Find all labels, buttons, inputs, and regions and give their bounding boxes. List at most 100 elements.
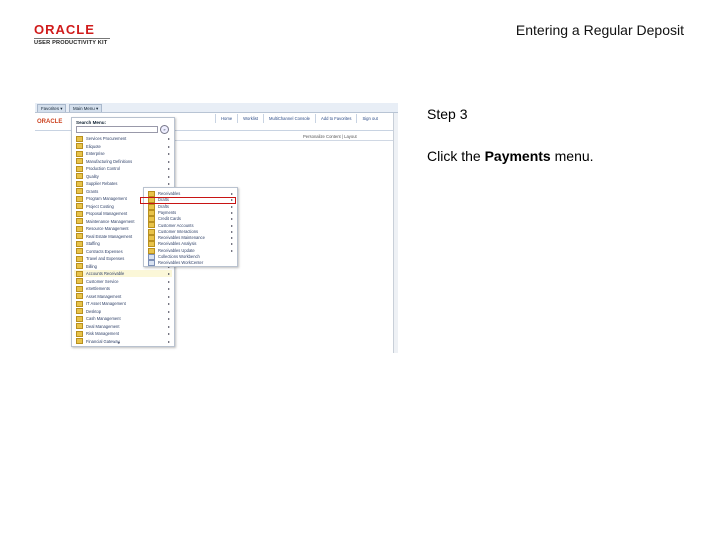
- menu-item-customer-service[interactable]: Customer Service ▸: [74, 278, 172, 285]
- step-label: Step 3: [427, 106, 468, 122]
- menu-item-financial-gateway[interactable]: Financial Gateway ▸: [74, 338, 172, 345]
- menu-item-label: Staffing: [86, 241, 100, 246]
- submenu-item-label: Receivables Maintenance: [158, 235, 205, 241]
- submenu-item-label: Collections Workbench: [158, 254, 200, 259]
- menu-item-production-control[interactable]: Production Control ▸: [74, 165, 172, 172]
- folder-icon: [76, 248, 83, 255]
- menu-item-label: Resource Management: [86, 226, 129, 231]
- menu-item-supplier-rebates[interactable]: Supplier Rebates ▸: [74, 180, 172, 187]
- menu-item-enterprise[interactable]: Enterprise ▸: [74, 150, 172, 157]
- menu-item-label: Quality: [86, 173, 99, 179]
- folder-icon: [76, 158, 83, 165]
- search-menu-label: Search Menu:: [76, 120, 107, 125]
- menu-item-label: Contracts Expenses: [86, 248, 123, 254]
- menu-item-label: Billing: [86, 263, 97, 269]
- menu-item-label: Travel and Expenses: [86, 256, 125, 261]
- submenu-arrow-icon: ▸: [167, 166, 170, 171]
- menu-item-label: Real Estate Management: [86, 233, 133, 239]
- logo-oracle-text: ORACLE: [34, 22, 95, 37]
- menu-item-it-asset-management[interactable]: IT Asset Management ▸: [74, 300, 172, 307]
- folder-icon: [76, 308, 83, 315]
- tab-main-menu[interactable]: Main Menu ▾: [69, 104, 103, 112]
- submenu-arrow-icon: ▸: [167, 173, 170, 179]
- menu-item-label: Services Procurement: [86, 136, 127, 141]
- folder-icon: [76, 300, 83, 307]
- submenu-item-label: Receivables Analysis: [158, 241, 197, 247]
- search-menu-input[interactable]: [76, 126, 158, 133]
- application-screenshot: Favorites ▾ Main Menu ▾ ORACLE Home Work…: [35, 103, 398, 353]
- submenu-arrow-icon: ▸: [167, 286, 170, 291]
- folder-icon: [76, 255, 83, 262]
- folder-icon: [76, 225, 83, 232]
- submenu-arrow-icon: ▸: [167, 271, 170, 276]
- submenu-item-label: Payments: [158, 209, 177, 215]
- submenu-arrow-icon: ▸: [167, 316, 170, 321]
- menu-item-label: Deal Management: [86, 323, 120, 329]
- menu-item-esettlements[interactable]: eSettlements ▸: [74, 285, 172, 292]
- page-icon: [148, 260, 155, 267]
- brand-logo: ORACLE: [37, 119, 63, 125]
- menu-item-manufacturing-definitions[interactable]: Manufacturing Definitions ▸: [74, 158, 172, 165]
- folder-icon: [76, 233, 83, 240]
- submenu-arrow-icon: ▸: [167, 158, 170, 164]
- menu-item-label: Proposal Management: [86, 211, 128, 216]
- menu-item-label: Production Control: [86, 166, 120, 171]
- nav-link-sign-out[interactable]: Sign out: [356, 114, 382, 123]
- menu-item-deal-management[interactable]: Deal Management ▸: [74, 323, 172, 330]
- vertical-scrollbar[interactable]: [393, 113, 398, 353]
- menu-item-risk-management[interactable]: Risk Management ▸: [74, 330, 172, 337]
- nav-links: Home Worklist MultiChannel Console Add t…: [215, 114, 383, 123]
- menu-item-eliquote[interactable]: Eliquote ▸: [74, 143, 172, 150]
- menu-item-label: eSettlements: [86, 286, 110, 291]
- submenu-arrow-icon: ▸: [167, 278, 170, 284]
- personalize-link[interactable]: Personalize Content | Layout: [303, 134, 357, 139]
- logo-divider: [34, 38, 110, 39]
- submenu-arrow-icon: ▸: [167, 151, 170, 156]
- tab-favorites[interactable]: Favorites ▾: [37, 104, 67, 112]
- submenu-arrow-icon: ▸: [167, 308, 170, 314]
- submenu-arrow-icon: ▸: [167, 181, 170, 186]
- folder-icon: [76, 150, 83, 157]
- folder-icon: [76, 315, 83, 322]
- folder-icon: [76, 263, 83, 270]
- submenu-arrow-icon: ▸: [167, 301, 170, 306]
- menu-item-label: Project Costing: [86, 203, 114, 209]
- submenu-item-label: Drafts: [158, 203, 169, 209]
- menu-item-label: Program Management: [86, 196, 127, 201]
- menu-item-label: Cash Management: [86, 316, 121, 321]
- menu-item-accounts-receivable[interactable]: Accounts Receivable ▸: [74, 270, 172, 277]
- menu-item-label: Asset Management: [86, 293, 122, 299]
- nav-link-multichannel[interactable]: MultiChannel Console: [262, 114, 315, 123]
- submenu-arrow-icon: ▸: [167, 323, 170, 329]
- menu-item-asset-management[interactable]: Asset Management ▸: [74, 293, 172, 300]
- submenu-item-label: Credit Cards: [158, 216, 181, 222]
- submenu-arrow-icon: ▸: [167, 143, 170, 149]
- nav-link-add-favorites[interactable]: Add to Favorites: [314, 114, 357, 123]
- submenu-item-receivables-workcenter[interactable]: Receivables WorkCenter: [146, 259, 235, 267]
- folder-icon: [76, 278, 83, 285]
- folder-icon: [76, 323, 83, 330]
- menu-item-label: Eliquote: [86, 143, 101, 149]
- menu-item-quality[interactable]: Quality ▸: [74, 173, 172, 180]
- menu-item-desktop[interactable]: Desktop ▸: [74, 308, 172, 315]
- search-go-icon[interactable]: »: [160, 125, 169, 134]
- submenu-arrow-icon: ▸: [167, 338, 170, 344]
- instruction-prefix: Click the: [427, 148, 485, 164]
- instruction-suffix: menu.: [550, 148, 594, 164]
- nav-link-worklist[interactable]: Worklist: [237, 114, 263, 123]
- menu-item-label: Maintenance Management: [86, 218, 135, 224]
- nav-link-home[interactable]: Home: [215, 114, 237, 123]
- folder-icon: [76, 210, 83, 217]
- folder-icon: [76, 270, 83, 277]
- folder-icon: [76, 188, 83, 195]
- content-divider: [175, 140, 397, 141]
- folder-icon: [76, 135, 83, 142]
- menu-item-label: Manufacturing Definitions: [86, 158, 133, 164]
- logo-subtitle: USER PRODUCTIVITY KIT: [34, 40, 108, 46]
- folder-icon: [76, 173, 83, 180]
- menu-item-services-procurement[interactable]: Services Procurement ▸: [74, 135, 172, 142]
- menu-item-cash-management[interactable]: Cash Management ▸: [74, 315, 172, 322]
- top-tab-bar: Favorites ▾ Main Menu ▾: [35, 103, 398, 113]
- instruction-target: Payments: [484, 148, 551, 164]
- folder-icon: [76, 285, 83, 292]
